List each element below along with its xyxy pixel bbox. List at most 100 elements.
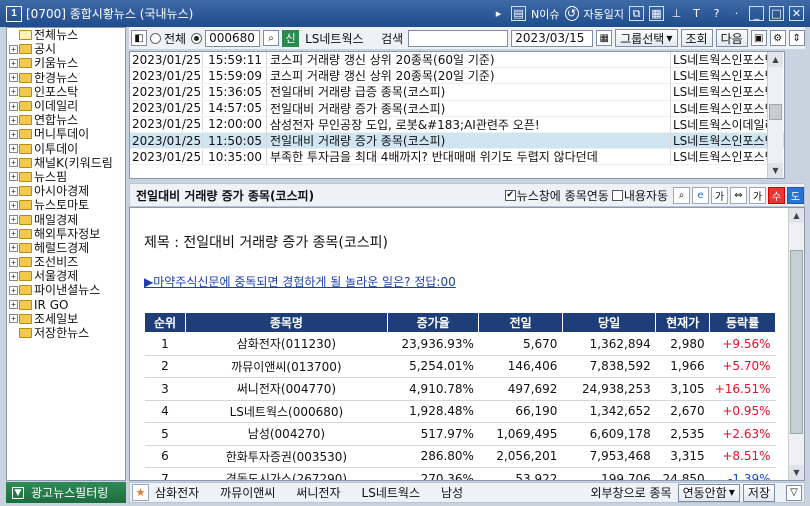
radio-all[interactable] [150, 32, 161, 44]
filter-icon[interactable]: ▽ [786, 484, 802, 501]
grid-icon[interactable]: ▦ [649, 6, 664, 21]
detail-scrollbar[interactable]: ▲ ▼ [788, 208, 804, 480]
tree-item[interactable]: + 뉴스핌 [7, 170, 125, 184]
help-icon[interactable]: ? [709, 6, 724, 21]
radio-stock[interactable] [191, 32, 203, 44]
newswin-link-checkbox[interactable]: ✔ [504, 189, 516, 201]
content-auto-checkbox[interactable] [611, 189, 623, 201]
tree-item[interactable]: + 해외투자정보 [7, 227, 125, 241]
news-row[interactable]: 2023/01/25 10:35:00 부족한 투자금을 최대 4배까지? 반대매매… [130, 148, 784, 166]
maximize-icon[interactable]: □ [769, 6, 784, 21]
zoom-icon[interactable]: ⌕ [673, 186, 690, 204]
save-button[interactable]: 저장 [742, 483, 775, 502]
scroll-up-icon[interactable]: ▲ [789, 208, 804, 223]
tree-item[interactable]: + 매일경제 [7, 212, 125, 227]
tree-item[interactable]: + 서울경제 [7, 269, 125, 283]
tree-item[interactable]: + IR GO [7, 298, 125, 312]
arrow-right-icon[interactable]: ▸ [491, 6, 506, 21]
tree-expander[interactable]: + [9, 200, 18, 210]
tree-item[interactable]: + 조세일보 [7, 312, 125, 326]
scroll-up-icon[interactable]: ▲ [768, 52, 783, 67]
tree-item[interactable]: + 아시아경제 [7, 184, 125, 198]
promo-link[interactable]: ▶마약주식신문에 중독되면 경험하게 될 놀라운 일은? 정답:00 [144, 273, 456, 290]
tree-expander[interactable]: + [9, 271, 18, 281]
tree-item[interactable]: + 이투데이 [7, 142, 125, 156]
history-icon[interactable]: ↺ [564, 6, 579, 21]
news-list-scrollbar[interactable]: ▲ ▼ [767, 52, 783, 178]
tree-expander[interactable]: + [9, 87, 18, 97]
news-row[interactable]: 2023/01/25 15:36:05 전일대비 거래량 급증 종목(코스피) LS네… [130, 83, 784, 101]
tree-expander[interactable]: + [9, 215, 18, 225]
fit-icon[interactable]: ⇔ [730, 186, 747, 204]
query-button[interactable]: 조회 [680, 29, 713, 47]
related-stock-link[interactable]: 남성 [441, 484, 463, 501]
news-row[interactable]: 2023/01/25 15:59:11 코스피 거래량 갱신 상위 20종목(60일… [130, 52, 784, 69]
external-link-select[interactable]: 연동안함 ▼ [677, 483, 740, 502]
related-stock-link[interactable]: 써니전자 [296, 484, 340, 501]
tree-item[interactable]: 전체뉴스 [7, 28, 125, 42]
ad-news-filter-button[interactable]: ▼ 광고뉴스필터링 [6, 482, 126, 503]
tree-expander[interactable]: + [9, 158, 18, 168]
next-button[interactable]: 다음 [715, 29, 748, 47]
tree-expander[interactable]: + [9, 243, 18, 253]
star-icon[interactable]: ★ [132, 484, 149, 501]
tree-expander[interactable]: + [9, 257, 18, 267]
date-input[interactable]: 2023/03/15 [511, 29, 594, 47]
search-icon[interactable]: ⌕ [263, 30, 280, 46]
font-larger-icon[interactable]: 가 [749, 186, 766, 204]
sort-icon[interactable]: ⇕ [788, 30, 805, 46]
news-row-selected[interactable]: 2023/01/25 11:50:05 전일대비 거래량 증가 종목(코스피) LS네… [130, 132, 784, 150]
tree-expander[interactable]: + [9, 44, 18, 54]
related-stock-link[interactable]: 삼화전자 [155, 484, 199, 501]
scroll-down-icon[interactable]: ▼ [789, 465, 804, 480]
tree-item[interactable]: + 머니투데이 [7, 127, 125, 141]
news-row[interactable]: 2023/01/25 14:57:05 전일대비 거래량 증가 종목(코스피) LS네… [130, 99, 784, 117]
font-smaller-icon[interactable]: 가 [711, 186, 728, 204]
tree-item[interactable]: + 키움뉴스 [7, 56, 125, 70]
tree-expander[interactable]: + [9, 285, 18, 295]
tree-item[interactable]: + 이데일리 [7, 99, 125, 113]
tree-expander[interactable]: + [9, 186, 18, 196]
edit-icon[interactable]: 수 [768, 186, 785, 204]
tree-expander[interactable]: + [9, 172, 18, 182]
tree-expander[interactable]: + [9, 300, 18, 310]
keyword-input[interactable] [408, 29, 509, 47]
link-window-icon[interactable]: ⧉ [629, 6, 644, 21]
tree-item[interactable]: + 헤럴드경제 [7, 241, 125, 255]
memo-icon[interactable]: ▤ [511, 6, 527, 21]
tree-item[interactable]: + 뉴스토마토 [7, 198, 125, 212]
tree-expander[interactable]: + [9, 115, 18, 125]
issue-button[interactable]: N이슈 [531, 6, 559, 22]
tree-item[interactable]: + 파이낸셜뉴스 [7, 283, 125, 297]
pin-icon[interactable]: ⊥ [669, 6, 684, 21]
auto-diary-button[interactable]: 자동일지 [584, 6, 624, 22]
save-news-icon[interactable]: 도 [787, 186, 804, 204]
gear-icon[interactable]: ⚙ [769, 30, 786, 46]
scroll-down-icon[interactable]: ▼ [768, 163, 783, 178]
related-stock-link[interactable]: 까뮤이앤씨 [220, 484, 275, 501]
calendar-icon[interactable]: ▦ [596, 30, 613, 46]
font-icon[interactable]: T [689, 6, 704, 21]
close-icon[interactable]: ✕ [789, 6, 804, 21]
news-row[interactable]: 2023/01/25 15:59:09 코스피 거래량 갱신 상위 20종목(20일… [130, 67, 784, 85]
tree-item[interactable]: + 채널K(키워드림 [7, 156, 125, 170]
tree-expander[interactable]: + [9, 73, 18, 83]
tree-item[interactable]: + 인포스탁 [7, 85, 125, 99]
tree-expander[interactable]: + [9, 129, 18, 139]
tree-item[interactable]: 저장한뉴스 [7, 326, 125, 340]
stock-code-input[interactable]: 000680 [205, 29, 261, 47]
tree-expander[interactable]: + [9, 229, 18, 239]
tree-expander[interactable]: + [9, 144, 18, 154]
tree-expander[interactable]: + [9, 314, 18, 324]
tree-item[interactable]: + 한경뉴스 [7, 71, 125, 85]
lock-icon[interactable]: ▣ [750, 30, 767, 46]
tree-item[interactable]: + 연합뉴스 [7, 113, 125, 127]
related-stock-link[interactable]: LS네트웍스 [362, 484, 420, 501]
config-icon[interactable]: · [729, 6, 744, 21]
tree-item[interactable]: + 공시 [7, 42, 125, 56]
minimize-icon[interactable]: _ [749, 6, 764, 21]
tree-expander[interactable]: + [9, 101, 18, 111]
browser-icon[interactable]: e [692, 186, 709, 204]
scroll-thumb[interactable] [790, 250, 803, 434]
scroll-thumb[interactable] [769, 104, 782, 120]
